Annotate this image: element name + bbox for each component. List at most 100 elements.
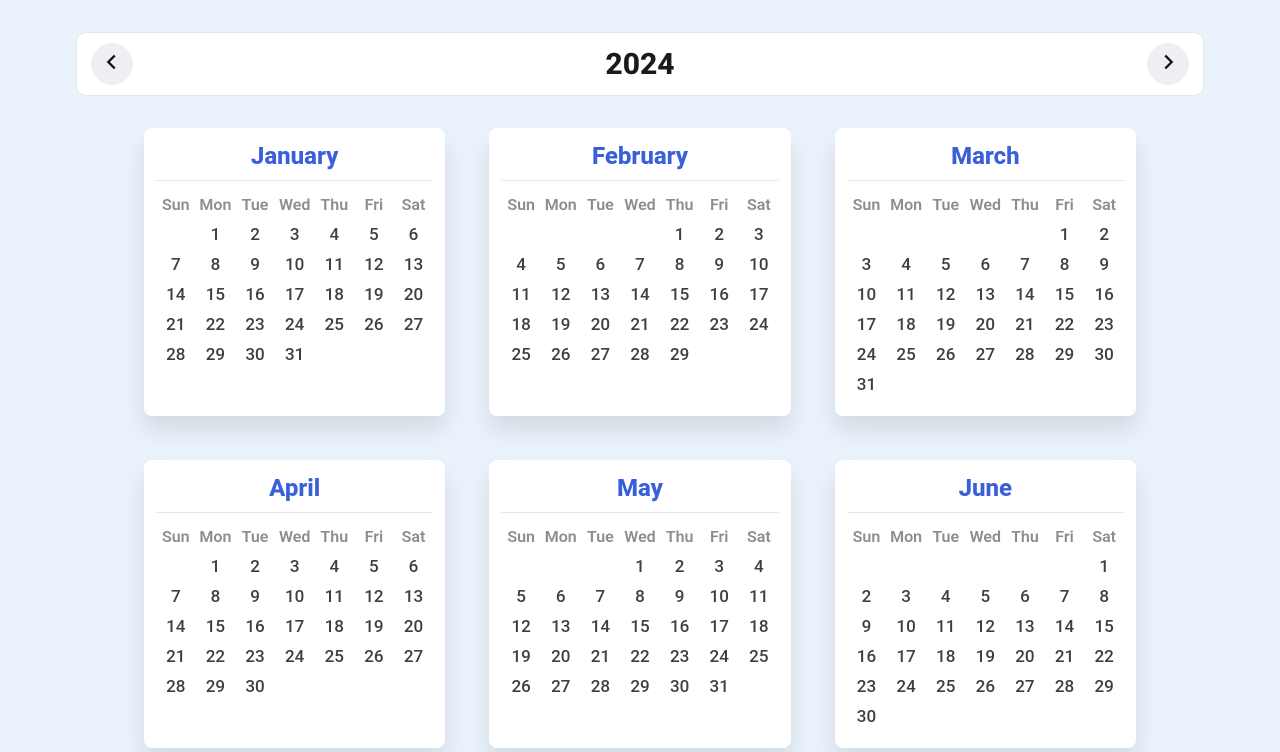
day-cell[interactable]: 28	[581, 672, 621, 702]
day-cell[interactable]: 22	[660, 310, 700, 340]
day-cell[interactable]: 29	[196, 340, 236, 370]
day-cell[interactable]: 3	[275, 220, 315, 250]
day-cell[interactable]: 20	[581, 310, 621, 340]
day-cell[interactable]: 23	[235, 310, 275, 340]
day-cell[interactable]: 21	[156, 310, 196, 340]
day-cell[interactable]: 6	[394, 220, 434, 250]
day-cell[interactable]: 11	[886, 280, 926, 310]
day-cell[interactable]: 11	[501, 280, 541, 310]
day-cell[interactable]: 25	[314, 642, 354, 672]
day-cell[interactable]: 27	[581, 340, 621, 370]
day-cell[interactable]: 29	[196, 672, 236, 702]
day-cell[interactable]: 24	[886, 672, 926, 702]
day-cell[interactable]: 19	[501, 642, 541, 672]
day-cell[interactable]: 11	[314, 582, 354, 612]
day-cell[interactable]: 22	[620, 642, 660, 672]
day-cell[interactable]: 17	[275, 280, 315, 310]
day-cell[interactable]: 8	[1045, 250, 1085, 280]
day-cell[interactable]: 10	[699, 582, 739, 612]
day-cell[interactable]: 1	[196, 552, 236, 582]
day-cell[interactable]: 23	[235, 642, 275, 672]
day-cell[interactable]: 15	[1045, 280, 1085, 310]
day-cell[interactable]: 4	[314, 552, 354, 582]
day-cell[interactable]: 2	[235, 220, 275, 250]
day-cell[interactable]: 29	[1045, 340, 1085, 370]
day-cell[interactable]: 13	[966, 280, 1006, 310]
day-cell[interactable]: 23	[847, 672, 887, 702]
day-cell[interactable]: 25	[501, 340, 541, 370]
day-cell[interactable]: 2	[235, 552, 275, 582]
day-cell[interactable]: 8	[1084, 582, 1124, 612]
day-cell[interactable]: 6	[541, 582, 581, 612]
day-cell[interactable]: 4	[926, 582, 966, 612]
day-cell[interactable]: 30	[235, 340, 275, 370]
day-cell[interactable]: 14	[1005, 280, 1045, 310]
day-cell[interactable]: 9	[847, 612, 887, 642]
day-cell[interactable]: 26	[966, 672, 1006, 702]
day-cell[interactable]: 6	[581, 250, 621, 280]
day-cell[interactable]: 13	[394, 250, 434, 280]
day-cell[interactable]: 9	[235, 582, 275, 612]
day-cell[interactable]: 23	[699, 310, 739, 340]
day-cell[interactable]: 16	[847, 642, 887, 672]
day-cell[interactable]: 7	[1005, 250, 1045, 280]
day-cell[interactable]: 15	[196, 612, 236, 642]
day-cell[interactable]: 24	[739, 310, 779, 340]
day-cell[interactable]: 21	[581, 642, 621, 672]
day-cell[interactable]: 25	[886, 340, 926, 370]
day-cell[interactable]: 28	[156, 340, 196, 370]
day-cell[interactable]: 26	[926, 340, 966, 370]
day-cell[interactable]: 6	[394, 552, 434, 582]
day-cell[interactable]: 8	[196, 582, 236, 612]
day-cell[interactable]: 12	[926, 280, 966, 310]
day-cell[interactable]: 1	[660, 220, 700, 250]
day-cell[interactable]: 18	[314, 612, 354, 642]
day-cell[interactable]: 9	[1084, 250, 1124, 280]
day-cell[interactable]: 1	[196, 220, 236, 250]
day-cell[interactable]: 19	[541, 310, 581, 340]
day-cell[interactable]: 17	[699, 612, 739, 642]
day-cell[interactable]: 16	[235, 280, 275, 310]
day-cell[interactable]: 22	[196, 642, 236, 672]
day-cell[interactable]: 2	[847, 582, 887, 612]
day-cell[interactable]: 14	[581, 612, 621, 642]
day-cell[interactable]: 24	[275, 642, 315, 672]
day-cell[interactable]: 12	[354, 250, 394, 280]
day-cell[interactable]: 27	[541, 672, 581, 702]
day-cell[interactable]: 22	[1084, 642, 1124, 672]
day-cell[interactable]: 28	[156, 672, 196, 702]
day-cell[interactable]: 10	[847, 280, 887, 310]
day-cell[interactable]: 12	[966, 612, 1006, 642]
day-cell[interactable]: 3	[275, 552, 315, 582]
day-cell[interactable]: 3	[699, 552, 739, 582]
day-cell[interactable]: 22	[1045, 310, 1085, 340]
day-cell[interactable]: 19	[926, 310, 966, 340]
day-cell[interactable]: 9	[699, 250, 739, 280]
day-cell[interactable]: 24	[699, 642, 739, 672]
day-cell[interactable]: 4	[314, 220, 354, 250]
day-cell[interactable]: 20	[394, 612, 434, 642]
day-cell[interactable]: 30	[847, 702, 887, 732]
day-cell[interactable]: 21	[620, 310, 660, 340]
day-cell[interactable]: 24	[847, 340, 887, 370]
day-cell[interactable]: 25	[314, 310, 354, 340]
day-cell[interactable]: 5	[354, 220, 394, 250]
day-cell[interactable]: 2	[1084, 220, 1124, 250]
day-cell[interactable]: 23	[1084, 310, 1124, 340]
day-cell[interactable]: 26	[354, 642, 394, 672]
day-cell[interactable]: 15	[196, 280, 236, 310]
day-cell[interactable]: 31	[275, 340, 315, 370]
day-cell[interactable]: 31	[699, 672, 739, 702]
day-cell[interactable]: 17	[886, 642, 926, 672]
day-cell[interactable]: 2	[660, 552, 700, 582]
day-cell[interactable]: 28	[620, 340, 660, 370]
next-year-button[interactable]	[1147, 43, 1189, 85]
day-cell[interactable]: 12	[501, 612, 541, 642]
day-cell[interactable]: 25	[739, 642, 779, 672]
day-cell[interactable]: 5	[541, 250, 581, 280]
day-cell[interactable]: 16	[699, 280, 739, 310]
day-cell[interactable]: 21	[1045, 642, 1085, 672]
day-cell[interactable]: 6	[966, 250, 1006, 280]
day-cell[interactable]: 7	[620, 250, 660, 280]
day-cell[interactable]: 16	[1084, 280, 1124, 310]
